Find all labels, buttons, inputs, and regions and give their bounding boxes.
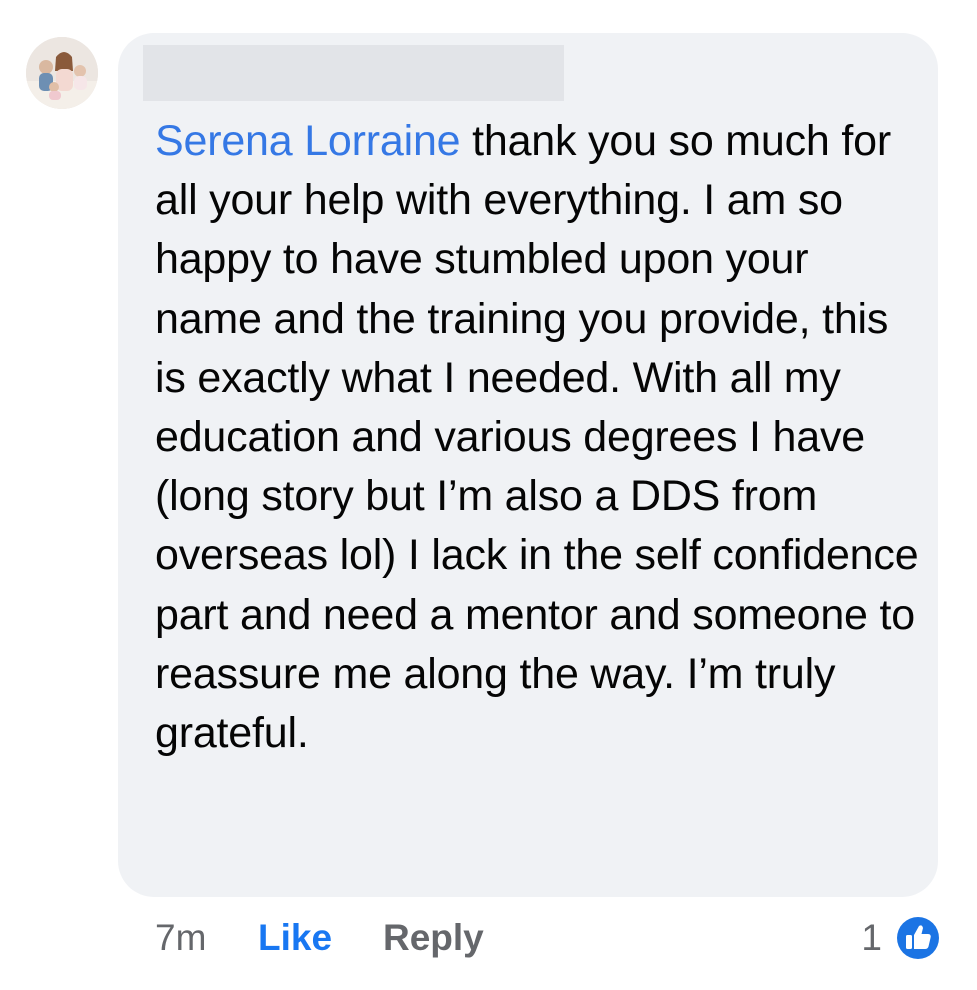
reply-button[interactable]: Reply bbox=[383, 910, 484, 966]
comment-body: thank you so much for all your help with… bbox=[155, 117, 919, 758]
comment-text: Serena Lorraine thank you so much for al… bbox=[155, 112, 925, 763]
mention-link[interactable]: Serena Lorraine bbox=[155, 117, 461, 165]
commenter-avatar[interactable] bbox=[26, 37, 98, 109]
avatar-photo bbox=[26, 37, 98, 109]
like-button[interactable]: Like bbox=[258, 910, 332, 966]
reaction-count[interactable]: 1 bbox=[861, 910, 882, 966]
comment-action-bar: 7m Like Reply 1 bbox=[0, 910, 977, 970]
timestamp[interactable]: 7m bbox=[155, 910, 206, 966]
author-name-redacted bbox=[143, 45, 564, 101]
like-reaction-icon[interactable] bbox=[893, 913, 943, 963]
